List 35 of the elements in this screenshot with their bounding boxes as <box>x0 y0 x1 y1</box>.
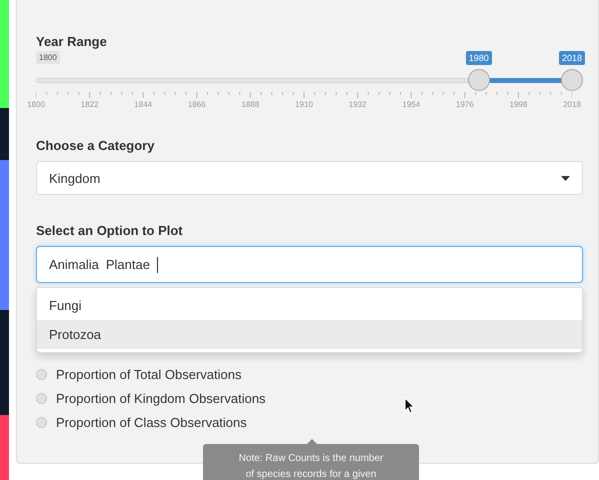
dropdown-option[interactable]: Fungi <box>37 291 582 320</box>
multi-select-field[interactable]: Animalia Plantae <box>36 246 583 283</box>
selected-item[interactable]: Animalia <box>49 257 99 272</box>
tick-label: 1910 <box>295 100 313 109</box>
tick-label: 1888 <box>242 100 260 109</box>
slider-handle[interactable] <box>561 69 583 91</box>
tooltip: Note: Raw Counts is the number of species records for a given <box>203 444 419 480</box>
radio-button[interactable] <box>36 417 47 428</box>
slider-label: Year Range <box>36 34 107 49</box>
tick-label: 1866 <box>188 100 206 109</box>
radio-label: Proportion of Kingdom Observations <box>56 391 266 406</box>
text-cursor <box>156 256 158 272</box>
tick-label: 1800 <box>27 100 45 109</box>
tick-label: 1954 <box>402 100 420 109</box>
dropdown-option[interactable]: Protozoa <box>37 320 582 349</box>
mouse-pointer-icon <box>404 397 415 414</box>
min-value-label: 1800 <box>36 51 60 64</box>
radio-label: Proportion of Total Observations <box>56 367 242 382</box>
field-label: Choose a Category <box>36 138 154 153</box>
tick-label: 1932 <box>348 100 366 109</box>
radio-button[interactable] <box>36 393 47 404</box>
handle-value-label: 1980 <box>466 51 492 65</box>
slider-handle[interactable] <box>468 69 490 91</box>
radio-label: Proportion of Class Observations <box>56 415 247 430</box>
field-label: Select an Option to Plot <box>36 223 183 238</box>
tick-label: 1976 <box>456 100 474 109</box>
category-dropdown[interactable]: Kingdom <box>36 161 583 195</box>
tick-label: 1998 <box>510 100 528 109</box>
caret-icon <box>561 176 570 180</box>
selected-item[interactable]: Plantae <box>106 257 150 272</box>
radio-button[interactable] <box>36 369 47 380</box>
tick-label: 2018 <box>563 100 581 109</box>
tick-label: 1844 <box>134 100 152 109</box>
tick-label: 1822 <box>80 100 98 109</box>
handle-value-label: 2018 <box>558 51 586 65</box>
